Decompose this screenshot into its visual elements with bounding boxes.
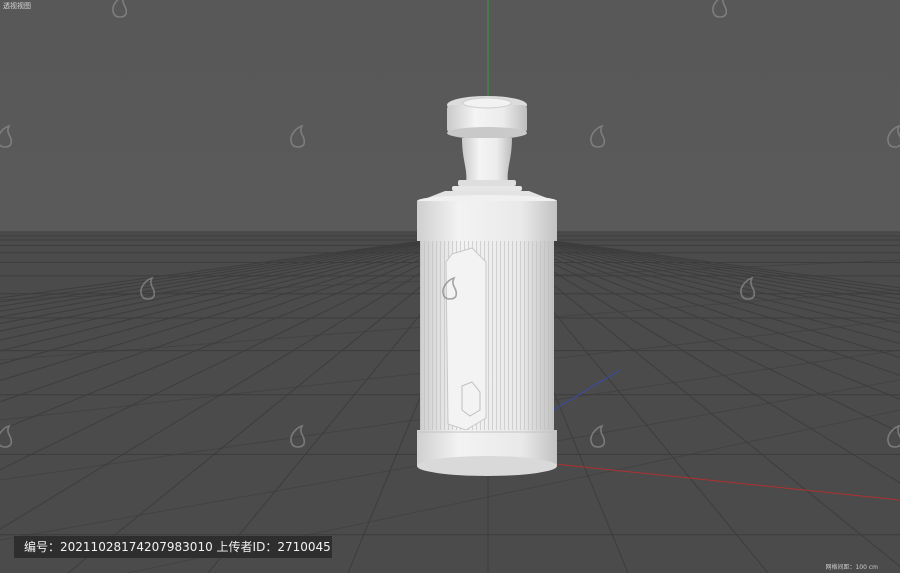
stopper-ring — [462, 97, 512, 109]
watermark-logo-icon — [290, 124, 306, 148]
watermark-logo-icon — [590, 124, 606, 148]
watermark-logo-icon — [887, 124, 900, 148]
bottle-neck — [462, 138, 512, 182]
neck-ring-1 — [458, 180, 516, 186]
asset-number: 20211028174207983010 — [60, 540, 213, 554]
neck-ring-2 — [452, 186, 522, 191]
upper-collar — [417, 201, 557, 241]
grid-spacing-readout: 网格间距：100 cm — [825, 564, 878, 571]
asset-id-banner: 编号：20211028174207983010 上传者ID：2710045 — [14, 536, 332, 558]
watermark-logo-icon — [712, 0, 728, 18]
viewport-scene[interactable] — [0, 0, 900, 573]
uploader-id: 2710045 — [277, 540, 331, 554]
uploader-label: 上传者ID： — [216, 540, 278, 554]
base-bottom — [417, 456, 557, 476]
ribbed-texture — [420, 241, 554, 432]
bottle-model[interactable] — [417, 96, 557, 476]
watermark-logo-icon — [112, 0, 128, 18]
perspective-viewport[interactable]: 透视视图 编号：20211028174207983010 上传者ID：27100… — [0, 0, 900, 573]
watermark-logo-icon — [0, 124, 13, 148]
stopper-cap-bottom — [447, 127, 527, 139]
banner-number-label: 编号： — [24, 540, 61, 554]
viewport-label: 透视视图 — [3, 2, 31, 10]
